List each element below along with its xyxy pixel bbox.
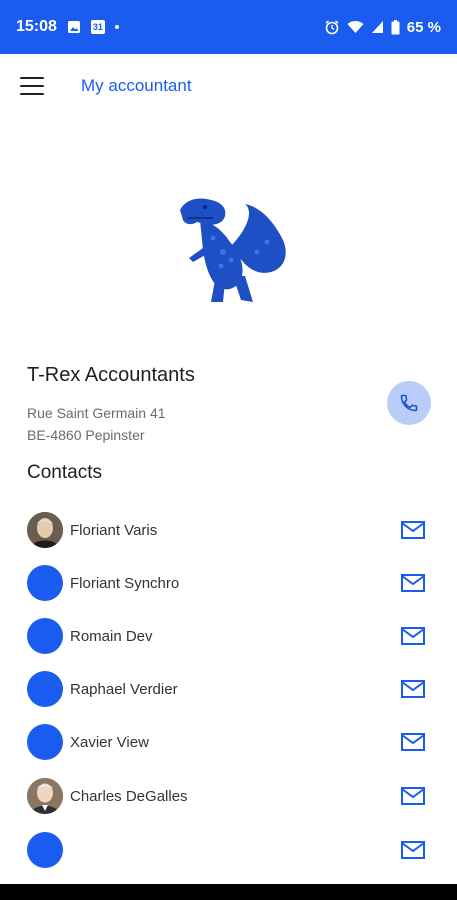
contact-row[interactable]: Romain Dev	[0, 617, 457, 657]
address-line-1: Rue Saint Germain 41	[27, 405, 166, 421]
avatar	[27, 832, 63, 868]
signal-icon	[371, 21, 383, 33]
hamburger-menu-icon[interactable]	[20, 77, 44, 95]
phone-icon	[400, 394, 418, 412]
avatar	[27, 618, 63, 654]
mail-icon[interactable]	[400, 840, 426, 860]
address-line-2: BE-4860 Pepinster	[27, 427, 145, 443]
call-button[interactable]	[387, 381, 431, 425]
t-rex-logo	[180, 198, 286, 302]
contact-row[interactable]: Raphael Verdier	[0, 670, 457, 710]
calendar-icon: 31	[90, 20, 105, 34]
contacts-heading: Contacts	[27, 462, 102, 483]
contact-name: Floriant Synchro	[70, 575, 180, 592]
mail-icon[interactable]	[400, 573, 426, 593]
mail-icon[interactable]	[400, 732, 426, 752]
page-title: My accountant	[81, 76, 192, 95]
battery-icon	[391, 19, 400, 34]
contact-name: Romain Dev	[70, 628, 153, 645]
contact-row[interactable]: Floriant Varis	[0, 511, 457, 551]
mail-icon[interactable]	[400, 626, 426, 646]
dot-icon	[114, 25, 119, 29]
contact-row[interactable]	[0, 831, 457, 871]
contact-row[interactable]: Floriant Synchro	[0, 564, 457, 604]
contact-name: Raphael Verdier	[70, 681, 178, 698]
mail-icon[interactable]	[400, 679, 426, 699]
contact-row[interactable]: Xavier View	[0, 723, 457, 763]
avatar	[27, 671, 63, 707]
mail-icon[interactable]	[400, 786, 426, 806]
firm-name: T-Rex Accountants	[27, 364, 195, 386]
battery-percent: 65 %	[406, 18, 441, 36]
contact-name: Charles DeGalles	[70, 788, 188, 805]
mail-icon[interactable]	[400, 520, 426, 540]
avatar	[27, 724, 63, 760]
avatar	[27, 565, 63, 601]
contact-name: Xavier View	[70, 734, 149, 751]
system-nav-bar	[0, 884, 457, 900]
status-bar: 15:08 31 65 %	[0, 0, 457, 54]
image-icon	[67, 21, 80, 33]
avatar	[27, 778, 63, 814]
wifi-icon	[347, 20, 364, 33]
contact-name: Floriant Varis	[70, 522, 158, 539]
app-bar: My accountant	[0, 54, 457, 118]
contact-row[interactable]: Charles DeGalles	[0, 777, 457, 817]
alarm-icon	[325, 20, 339, 35]
status-time: 15:08	[16, 18, 57, 35]
avatar	[27, 512, 63, 548]
